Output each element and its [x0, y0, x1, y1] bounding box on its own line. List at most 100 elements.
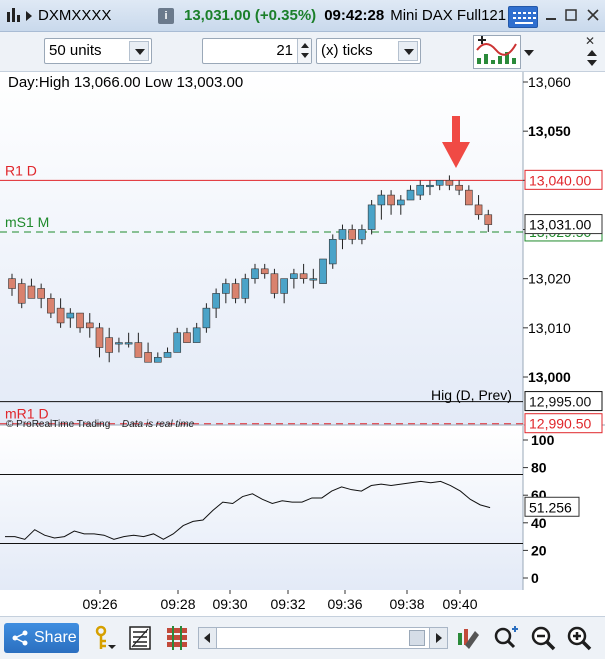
- candle[interactable]: [192, 327, 201, 343]
- candle[interactable]: [260, 268, 269, 275]
- candle[interactable]: [183, 332, 191, 343]
- candle[interactable]: [124, 342, 133, 345]
- candle[interactable]: [328, 239, 337, 265]
- units-value: 50 units: [49, 42, 102, 59]
- info-icon[interactable]: i: [158, 7, 174, 24]
- units-select[interactable]: 50 units: [44, 38, 152, 64]
- candle[interactable]: [484, 214, 493, 225]
- candle[interactable]: [105, 337, 113, 353]
- candle[interactable]: [85, 322, 94, 329]
- candle[interactable]: [465, 189, 473, 206]
- chart-canvas[interactable]: 13,06013,05013,04013,03013,02013,01013,0…: [0, 72, 605, 590]
- candle[interactable]: [144, 352, 152, 363]
- candle[interactable]: [241, 278, 250, 299]
- candle[interactable]: [348, 229, 357, 240]
- candle[interactable]: [290, 273, 298, 279]
- minimize-icon[interactable]: [542, 8, 560, 24]
- scroll-right-icon[interactable]: [429, 628, 447, 648]
- toolbar: 50 units 21 (x) ticks ✕: [0, 32, 605, 72]
- realtime-text: Data is real time: [122, 419, 195, 430]
- candle[interactable]: [270, 273, 279, 294]
- candle[interactable]: [37, 288, 45, 299]
- candle[interactable]: [251, 268, 259, 279]
- candle[interactable]: [435, 180, 444, 186]
- time-scrollbar[interactable]: [198, 627, 448, 649]
- indicators-button[interactable]: [473, 35, 521, 69]
- candle[interactable]: [222, 283, 230, 294]
- share-icon: [12, 630, 28, 646]
- candle[interactable]: [202, 307, 211, 329]
- candle[interactable]: [474, 204, 483, 216]
- candle[interactable]: [231, 283, 240, 299]
- toolbar-scroll-icon[interactable]: [585, 48, 599, 70]
- candle[interactable]: [173, 332, 182, 353]
- scroll-left-icon[interactable]: [199, 628, 217, 648]
- candle[interactable]: [76, 312, 84, 329]
- candle[interactable]: [134, 342, 143, 358]
- osc-value-label: 51.256: [529, 499, 572, 515]
- candle[interactable]: [163, 352, 172, 358]
- candle[interactable]: [8, 278, 16, 289]
- ticks-stepper[interactable]: 21: [202, 38, 312, 64]
- symbol-menu-caret-icon[interactable]: [26, 10, 32, 21]
- candle[interactable]: [358, 229, 366, 240]
- osc-tick-label: 0: [531, 570, 539, 586]
- price-tick-label: 13,010: [528, 320, 571, 336]
- zoom-out-icon[interactable]: [530, 625, 556, 651]
- candle[interactable]: [17, 283, 26, 304]
- zoom-in-icon[interactable]: [566, 625, 592, 651]
- toolbar-close-icon[interactable]: ✕: [585, 34, 595, 48]
- candle[interactable]: [319, 258, 327, 284]
- candle[interactable]: [56, 307, 65, 324]
- candle[interactable]: [27, 285, 36, 299]
- symbol-name[interactable]: DXMXXXX: [38, 7, 138, 24]
- chart-settings-icon[interactable]: [455, 625, 481, 651]
- price-tick-label: 13,060: [528, 74, 571, 90]
- candle[interactable]: [406, 189, 415, 201]
- candle[interactable]: [95, 327, 104, 348]
- ticks-unit-value: (x) ticks: [321, 42, 373, 59]
- candle[interactable]: [387, 194, 395, 206]
- candle[interactable]: [154, 357, 162, 363]
- candle[interactable]: [396, 199, 405, 206]
- time-tick-label: 09:32: [270, 596, 305, 612]
- maximize-icon[interactable]: [562, 8, 580, 24]
- osc-tick-label: 20: [531, 542, 547, 558]
- osc-tick-label: 100: [531, 432, 555, 448]
- candle[interactable]: [280, 278, 288, 294]
- zoom-fit-icon[interactable]: [492, 625, 518, 651]
- share-button[interactable]: Share: [4, 623, 79, 653]
- units-dropdown-icon[interactable]: [129, 41, 149, 61]
- price-tick-label: 13,050: [528, 123, 571, 139]
- candle[interactable]: [309, 278, 318, 281]
- candle[interactable]: [445, 180, 454, 186]
- indicators-menu-caret-icon[interactable]: [524, 50, 534, 56]
- candle[interactable]: [212, 293, 220, 309]
- candle[interactable]: [455, 184, 463, 191]
- ticks-unit-dropdown-icon[interactable]: [398, 41, 418, 61]
- candle[interactable]: [367, 204, 376, 230]
- time-tick-label: 09:36: [327, 596, 362, 612]
- candlestick-icon[interactable]: [6, 7, 20, 24]
- candle[interactable]: [66, 312, 75, 319]
- ticks-spinner-icon[interactable]: [297, 39, 311, 63]
- candle[interactable]: [299, 273, 308, 279]
- candle[interactable]: [115, 342, 123, 345]
- candle[interactable]: [377, 194, 386, 206]
- chart-area[interactable]: 13,06013,05013,04013,03013,02013,01013,0…: [0, 72, 605, 590]
- order-book-icon[interactable]: [128, 625, 154, 651]
- candle[interactable]: [47, 298, 55, 314]
- close-icon[interactable]: [584, 8, 602, 24]
- ticks-unit-select[interactable]: (x) ticks: [316, 38, 421, 64]
- candle[interactable]: [416, 184, 425, 196]
- share-label: Share: [34, 629, 77, 646]
- keyboard-icon[interactable]: [508, 6, 538, 28]
- draw-tools-icon[interactable]: [92, 625, 118, 651]
- candle[interactable]: [338, 229, 347, 240]
- trading-icon[interactable]: [164, 625, 190, 651]
- bottom-toolbar: Share: [0, 616, 605, 659]
- scroll-thumb[interactable]: [409, 630, 425, 646]
- ticks-value[interactable]: 21: [276, 42, 293, 59]
- osc-tick-label: 80: [531, 460, 547, 476]
- candle[interactable]: [426, 184, 434, 188]
